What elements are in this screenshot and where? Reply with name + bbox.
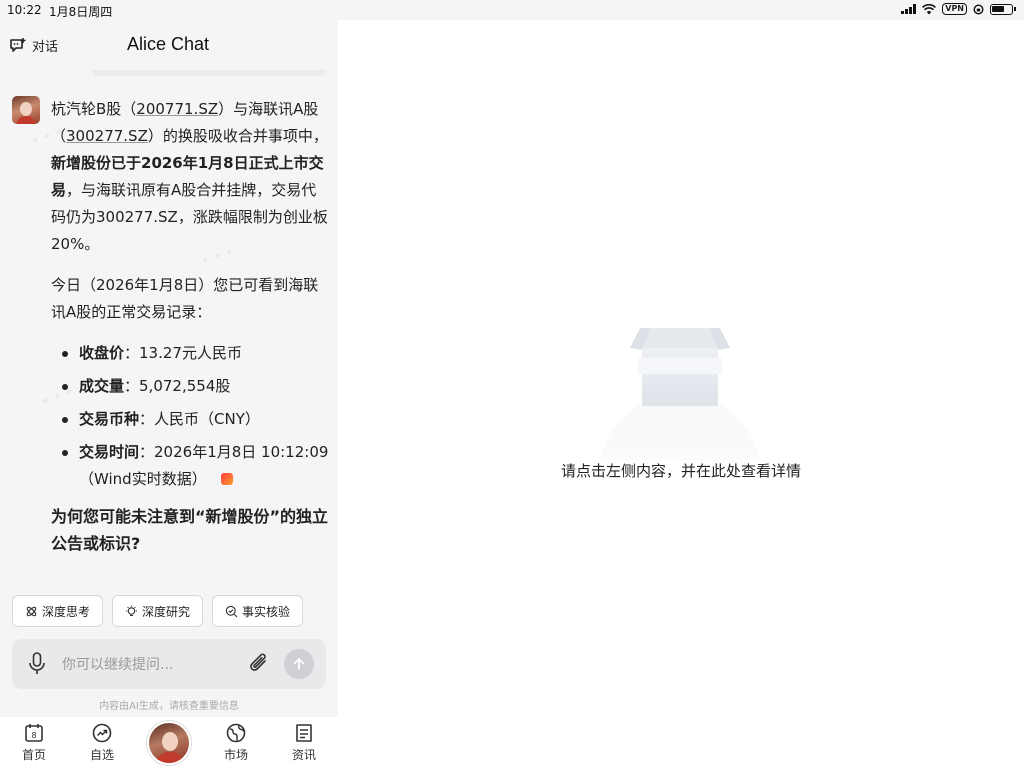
nav-watchlist[interactable]: 自选 (82, 723, 122, 763)
globe-icon (226, 723, 246, 743)
stock-code-link[interactable]: 300277.SZ (66, 127, 148, 145)
conversation-button[interactable]: 对话 (9, 36, 58, 55)
deep-research-button[interactable]: 深度研究 (112, 595, 204, 627)
assistant-avatar-button[interactable] (147, 721, 191, 765)
microphone-icon[interactable] (28, 652, 46, 676)
trend-circle-icon (92, 723, 112, 743)
cellular-signal-icon (901, 4, 917, 14)
check-search-icon (225, 605, 238, 617)
chat-input[interactable]: 你可以继续提问... (62, 654, 173, 674)
action-chips: 深度思考 深度研究 事实核验 (12, 595, 304, 627)
wind-source-icon[interactable] (220, 473, 233, 485)
atom-icon (26, 606, 37, 616)
detail-pane: 请点击左侧内容，并在此处查看详情 (338, 20, 1024, 768)
previous-message-bubble (92, 70, 326, 76)
trading-records-list: 收盘价：13.27元人民币 成交量：5,072,554股 交易币种：人民币（CN… (51, 340, 331, 493)
nav-news[interactable]: 资讯 (284, 723, 324, 763)
chat-input-box[interactable]: 你可以继续提问... (12, 639, 326, 689)
list-item: 交易时间：2026年1月8日 10:12:09（Wind实时数据） (51, 439, 331, 493)
send-button[interactable] (284, 649, 314, 679)
ai-disclaimer: 内容由AI生成，请核查重要信息 (99, 701, 239, 712)
nav-market[interactable]: 市场 (216, 723, 256, 763)
fact-check-button[interactable]: 事实核验 (212, 595, 304, 627)
svg-text:8: 8 (31, 731, 36, 740)
message-heading: 为何您可能未注意到“新增股份”的独立公告或标识? (51, 507, 329, 553)
battery-tip-icon (1014, 7, 1016, 11)
new-chat-icon (10, 37, 26, 52)
nav-home[interactable]: 8 首页 (14, 723, 54, 763)
status-bar: 10:22 1月8日周四 VPN (0, 0, 1024, 20)
deep-think-button[interactable]: 深度思考 (12, 595, 104, 627)
chat-pane: 对话 Alice Chat ✦ ✦ ✦ ✦ ✦ ✦ ✦ ✦ ✦ 杭汽轮B股（20… (0, 20, 338, 768)
status-date: 1月8日周四 (49, 5, 113, 19)
orientation-lock-icon (973, 3, 984, 15)
empty-box-icon (600, 328, 760, 460)
assistant-message: 杭汽轮B股（200771.SZ）与海联讯A股（300277.SZ）的换股吸收合并… (51, 96, 331, 571)
assistant-avatar (12, 96, 40, 124)
list-item: 成交量：5,072,554股 (51, 373, 331, 400)
list-item: 交易币种：人民币（CNY） (51, 406, 331, 433)
calendar-icon: 8 (25, 724, 43, 742)
stock-code-link[interactable]: 200771.SZ (136, 100, 218, 118)
chat-header: 对话 Alice Chat (0, 20, 338, 70)
wifi-icon (922, 3, 937, 14)
app-title: Alice Chat (127, 34, 210, 54)
bottom-nav: 8 首页 自选 市场 资讯 (0, 717, 338, 768)
message-paragraph: 杭汽轮B股（200771.SZ）与海联讯A股（300277.SZ）的换股吸收合并… (51, 100, 328, 253)
status-icons: VPN (901, 3, 1016, 15)
battery-icon (990, 3, 1013, 15)
vpn-badge: VPN (942, 3, 967, 15)
document-icon (296, 724, 312, 742)
status-time: 10:22 (7, 3, 42, 17)
arrow-up-icon (293, 657, 305, 670)
lightbulb-icon (126, 605, 138, 616)
message-paragraph: 今日（2026年1月8日）您已可看到海联讯A股的正常交易记录： (51, 276, 319, 321)
chat-messages[interactable]: ✦ ✦ ✦ ✦ ✦ ✦ ✦ ✦ ✦ 杭汽轮B股（200771.SZ）与海联讯A股… (0, 70, 338, 590)
list-item: 收盘价：13.27元人民币 (51, 340, 331, 367)
conversation-label: 对话 (32, 40, 59, 55)
empty-state-text: 请点击左侧内容，并在此处查看详情 (560, 462, 801, 480)
attachment-icon[interactable] (248, 652, 270, 676)
